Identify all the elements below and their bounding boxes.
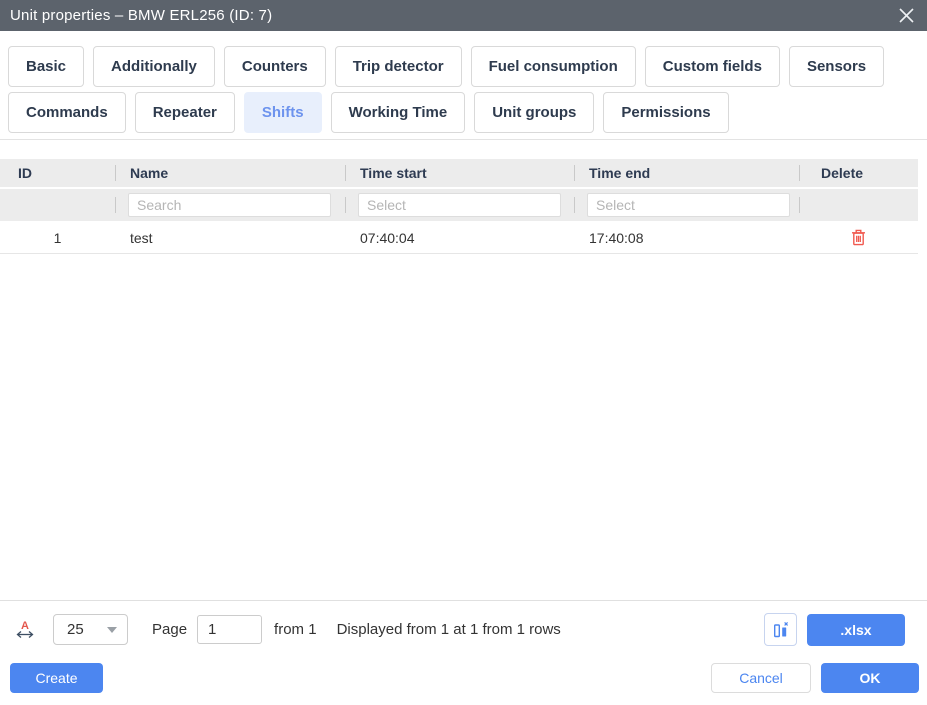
cell-time-end: 17:40:08 <box>589 229 644 246</box>
tab-bar: Basic Additionally Counters Trip detecto… <box>0 31 927 133</box>
column-header-name: Name <box>115 159 345 187</box>
cell-name: test <box>130 229 153 246</box>
filter-cell-id <box>0 189 115 221</box>
tab-sensors[interactable]: Sensors <box>788 46 885 87</box>
page-label: Page <box>152 621 188 638</box>
chevron-down-icon <box>107 626 117 633</box>
tabs-divider <box>0 139 927 140</box>
svg-text:A: A <box>21 620 29 632</box>
close-icon[interactable] <box>898 7 915 24</box>
cell-time-start: 07:40:04 <box>360 229 415 246</box>
page-size-value: 25 <box>67 621 84 638</box>
unit-properties-dialog: Unit properties – BMW ERL256 (ID: 7) Bas… <box>0 0 927 705</box>
tab-shifts[interactable]: Shifts <box>243 92 322 133</box>
filter-cell-time-start <box>345 189 574 221</box>
delete-icon[interactable] <box>851 229 866 246</box>
time-end-select-input[interactable] <box>587 193 790 217</box>
name-search-input[interactable] <box>128 193 331 217</box>
tab-repeater[interactable]: Repeater <box>134 92 235 133</box>
titlebar: Unit properties – BMW ERL256 (ID: 7) <box>0 0 927 31</box>
shifts-table: ID Name Time start Time end Delete 1 tes… <box>0 159 927 254</box>
tab-basic[interactable]: Basic <box>8 46 85 87</box>
cancel-button[interactable]: Cancel <box>711 663 811 693</box>
tab-unit-groups[interactable]: Unit groups <box>474 92 595 133</box>
tab-commands[interactable]: Commands <box>8 92 126 133</box>
tab-trip-detector[interactable]: Trip detector <box>334 46 462 87</box>
filter-cell-delete <box>799 189 918 221</box>
ok-button[interactable]: OK <box>821 663 919 693</box>
table-header-row: ID Name Time start Time end Delete <box>0 159 918 187</box>
create-button[interactable]: Create <box>10 663 103 693</box>
filter-cell-time-end <box>574 189 799 221</box>
column-header-delete: Delete <box>799 159 918 187</box>
tab-permissions[interactable]: Permissions <box>603 92 729 133</box>
columns-icon <box>773 621 788 637</box>
fit-columns-button[interactable]: A <box>12 617 38 643</box>
column-header-id: ID <box>18 165 32 181</box>
dialog-title: Unit properties – BMW ERL256 (ID: 7) <box>10 7 273 24</box>
pagination-bar: A 25 Page from 1 Displayed from 1 at 1 f… <box>0 601 927 658</box>
cell-delete <box>799 222 918 253</box>
tab-working-time[interactable]: Working Time <box>330 92 466 133</box>
tab-fuel-consumption[interactable]: Fuel consumption <box>470 46 636 87</box>
table-row[interactable]: 1 test 07:40:04 17:40:08 <box>0 222 918 254</box>
column-header-time-start: Time start <box>345 159 574 187</box>
filter-cell-name <box>115 189 345 221</box>
tab-custom-fields[interactable]: Custom fields <box>644 46 780 87</box>
toggle-columns-button[interactable] <box>764 613 797 646</box>
tab-additionally[interactable]: Additionally <box>93 46 215 87</box>
column-header-time-end: Time end <box>574 159 799 187</box>
action-bar: Create Cancel OK <box>0 658 927 705</box>
page-number-input[interactable] <box>197 615 263 644</box>
page-size-dropdown[interactable]: 25 <box>53 614 128 645</box>
time-start-select-input[interactable] <box>358 193 561 217</box>
table-filter-row <box>0 189 918 221</box>
tab-counters[interactable]: Counters <box>223 46 326 87</box>
export-xlsx-button[interactable]: .xlsx <box>807 613 905 646</box>
displayed-rows-label: Displayed from 1 at 1 from 1 rows <box>336 621 561 638</box>
fit-width-icon: A <box>16 620 34 638</box>
cell-id: 1 <box>53 229 62 246</box>
total-pages-label: from 1 <box>274 621 317 638</box>
